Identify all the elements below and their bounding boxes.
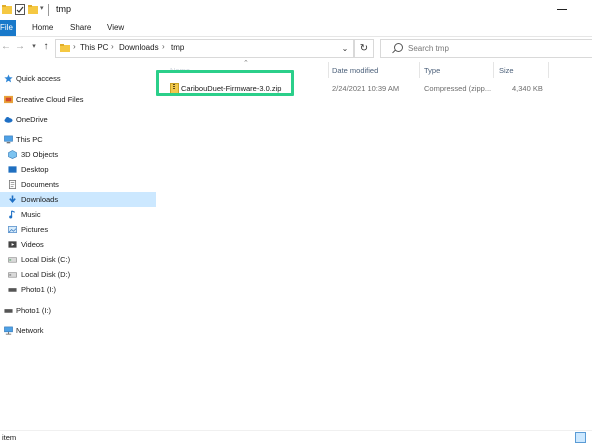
tab-file[interactable]: File xyxy=(0,20,16,36)
sidebar-item-label: Photo1 (I:) xyxy=(21,285,57,294)
file-list: ⌃ Name Date modified Type Size CaribouDu… xyxy=(156,59,592,430)
up-arrow-icon[interactable]: ↑ xyxy=(40,41,52,53)
column-header-type[interactable]: Type xyxy=(424,66,440,75)
videos-icon xyxy=(8,241,17,248)
sidebar-item-photo1-drive[interactable]: Photo1 (I:) xyxy=(0,282,156,297)
navigation-bar: ← → ▾ ↑ › This PC › Downloads › tmp ⌄ ↻ … xyxy=(0,37,592,59)
sidebar-item-this-pc[interactable]: This PC xyxy=(0,132,156,147)
folder-icon xyxy=(60,44,70,52)
drive-icon xyxy=(4,309,13,313)
window-title: tmp xyxy=(56,4,72,14)
tab-file-label: File xyxy=(0,23,13,32)
sidebar-item-label: This PC xyxy=(16,135,43,144)
status-text: item xyxy=(2,433,17,442)
search-icon xyxy=(394,43,403,52)
sidebar-item-label: Videos xyxy=(21,240,44,249)
search-placeholder: Search tmp xyxy=(408,44,449,53)
column-divider[interactable] xyxy=(419,62,420,78)
desktop-icon xyxy=(8,166,17,173)
recent-locations-icon[interactable]: ▾ xyxy=(28,41,40,53)
properties-icon[interactable] xyxy=(15,4,25,15)
sidebar-item-label: Documents xyxy=(21,180,59,189)
title-bar: ▾ tmp xyxy=(0,0,592,20)
status-bar: item xyxy=(0,430,592,445)
disk-icon xyxy=(8,257,17,263)
sort-ascending-icon: ⌃ xyxy=(243,60,249,67)
sidebar-item-music[interactable]: Music xyxy=(0,207,156,222)
tab-view[interactable]: View xyxy=(107,23,124,32)
star-icon xyxy=(4,74,13,83)
sidebar-item-label: Local Disk (C:) xyxy=(21,255,71,264)
highlight-box xyxy=(156,70,294,96)
sidebar-item-label: Pictures xyxy=(21,225,49,234)
sidebar-item-local-disk-c[interactable]: Local Disk (C:) xyxy=(0,252,156,267)
sidebar-item-documents[interactable]: Documents xyxy=(0,177,156,192)
chevron-right-icon[interactable]: › xyxy=(73,42,76,51)
disk-icon xyxy=(8,272,17,278)
sidebar-item-pictures[interactable]: Pictures xyxy=(0,222,156,237)
music-icon xyxy=(9,210,15,219)
details-view-icon[interactable] xyxy=(575,432,586,443)
file-size: 4,340 KB xyxy=(512,84,543,93)
back-arrow-icon[interactable]: ← xyxy=(0,41,12,53)
sidebar-item-label: 3D Objects xyxy=(21,150,59,159)
breadcrumb-downloads[interactable]: Downloads xyxy=(119,43,159,52)
pictures-icon xyxy=(8,226,17,233)
tab-share[interactable]: Share xyxy=(70,23,91,32)
network-icon xyxy=(4,326,13,335)
folder-icon[interactable] xyxy=(2,4,12,15)
breadcrumb-tmp[interactable]: tmp xyxy=(171,43,184,52)
title-separator xyxy=(48,4,49,16)
creative-cloud-icon xyxy=(4,95,13,104)
sidebar-item-photo1-root[interactable]: Photo1 (I:) xyxy=(0,303,156,318)
search-input[interactable]: Search tmp xyxy=(380,39,592,58)
refresh-button[interactable]: ↻ xyxy=(354,39,374,58)
sidebar-item-3d-objects[interactable]: 3D Objects xyxy=(0,147,156,162)
file-date: 2/24/2021 10:39 AM xyxy=(332,84,400,93)
sidebar-item-label: Downloads xyxy=(21,195,59,204)
ribbon-tabs: File Home Share View xyxy=(0,20,592,37)
sidebar-item-desktop[interactable]: Desktop xyxy=(0,162,156,177)
chevron-right-icon[interactable]: › xyxy=(162,42,165,51)
sidebar-item-downloads[interactable]: Downloads xyxy=(0,192,156,207)
documents-icon xyxy=(8,180,17,189)
sidebar-item-label: Network xyxy=(16,326,44,335)
sidebar-item-creative-cloud[interactable]: Creative Cloud Files xyxy=(0,92,156,107)
drive-icon xyxy=(8,288,17,292)
sidebar-item-label: Local Disk (D:) xyxy=(21,270,71,279)
sidebar-item-label: OneDrive xyxy=(16,115,48,124)
chevron-right-icon[interactable]: › xyxy=(111,42,114,51)
sidebar-item-onedrive[interactable]: OneDrive xyxy=(0,112,156,127)
sidebar-item-quick-access[interactable]: Quick access xyxy=(0,71,156,86)
column-divider[interactable] xyxy=(548,62,549,78)
refresh-icon: ↻ xyxy=(359,43,369,54)
minimize-button[interactable] xyxy=(557,9,567,10)
address-dropdown-icon[interactable]: ⌄ xyxy=(339,40,351,57)
sidebar-item-videos[interactable]: Videos xyxy=(0,237,156,252)
column-header-date[interactable]: Date modified xyxy=(332,66,378,75)
onedrive-icon xyxy=(4,116,13,123)
column-divider[interactable] xyxy=(493,62,494,78)
breadcrumb-this-pc[interactable]: This PC xyxy=(80,43,108,52)
customize-toolbar-icon[interactable]: ▾ xyxy=(40,4,44,12)
tab-home[interactable]: Home xyxy=(32,23,53,32)
address-bar[interactable]: › This PC › Downloads › tmp ⌄ xyxy=(55,39,354,58)
sidebar-item-label: Quick access xyxy=(16,74,61,83)
forward-arrow-icon[interactable]: → xyxy=(14,41,26,53)
sidebar-item-local-disk-d[interactable]: Local Disk (D:) xyxy=(0,267,156,282)
file-type: Compressed (zipp... xyxy=(424,84,492,93)
downloads-icon xyxy=(9,195,16,203)
sidebar-item-label: Desktop xyxy=(21,165,49,174)
sidebar-item-label: Creative Cloud Files xyxy=(16,95,84,104)
computer-icon xyxy=(4,135,13,144)
sidebar-item-network[interactable]: Network xyxy=(0,323,156,338)
column-divider[interactable] xyxy=(328,62,329,78)
navigation-pane: Quick access Creative Cloud Files OneDri… xyxy=(0,59,156,430)
sidebar-item-label: Music xyxy=(21,210,41,219)
new-folder-icon[interactable] xyxy=(28,4,38,15)
column-header-size[interactable]: Size xyxy=(499,66,514,75)
sidebar-item-label: Photo1 (I:) xyxy=(16,306,52,315)
3d-objects-icon xyxy=(8,150,17,159)
